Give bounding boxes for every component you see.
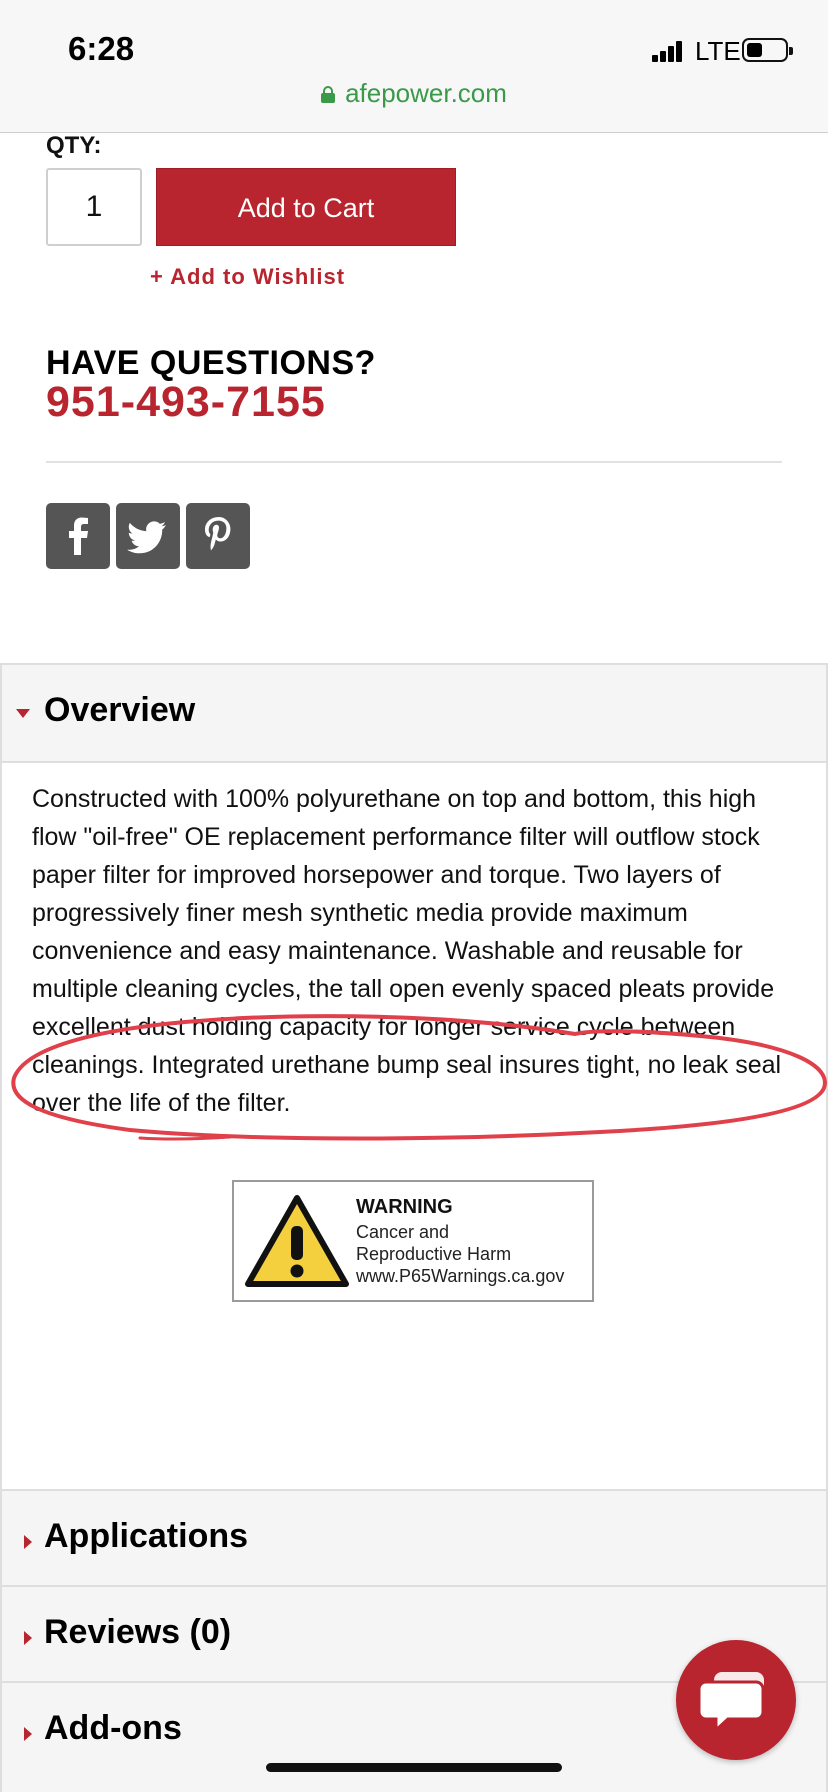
caret-down-icon [16,709,30,718]
pinterest-icon [205,517,231,551]
caret-right-icon [24,1535,32,1549]
tab-applications[interactable]: Applications [0,1489,828,1585]
prop65-warning-label: WARNING Cancer and Reproductive Harm www… [232,1180,594,1302]
facebook-icon [69,517,88,555]
caret-right-icon [24,1727,32,1741]
qty-label: QTY: [46,132,102,159]
address-bar[interactable]: afepower.com [0,78,828,109]
phone-number-link[interactable]: 951-493-7155 [46,378,326,427]
status-time: 6:28 [68,30,135,67]
tab-reviews-title: Reviews (0) [44,1613,232,1651]
warning-line-3: www.P65Warnings.ca.gov [356,1266,565,1286]
battery-icon [742,38,793,62]
home-indicator [266,1763,562,1772]
tab-overview[interactable]: Overview [0,663,828,761]
add-to-cart-button[interactable]: Add to Cart [156,168,456,246]
warning-triangle-icon [245,1195,349,1287]
tab-applications-title: Applications [44,1517,249,1555]
browser-top-bar: 6:28 LTE afepower.com [0,0,828,133]
twitter-icon [127,521,166,554]
cell-signal-icon [652,40,684,62]
tab-overview-title: Overview [44,691,196,729]
add-to-wishlist-link[interactable]: + Add to Wishlist [150,264,345,290]
tab-addons-title: Add-ons [44,1709,182,1747]
divider [46,461,782,463]
pinterest-share-button[interactable] [186,503,250,569]
caret-right-icon [24,1631,32,1645]
twitter-share-button[interactable] [116,503,180,569]
warning-line-2: Reproductive Harm [356,1244,512,1264]
annotation-circle [11,1014,827,1141]
url-text: afepower.com [345,78,507,108]
chat-button[interactable] [676,1640,796,1760]
quantity-input[interactable]: 1 [46,168,142,246]
warning-line-1: Cancer and [356,1222,450,1242]
chat-bubble-icon [697,1672,765,1734]
lock-icon [321,86,336,103]
network-type: LTE [695,36,741,66]
warning-title: WARNING [356,1196,453,1218]
facebook-share-button[interactable] [46,503,110,569]
